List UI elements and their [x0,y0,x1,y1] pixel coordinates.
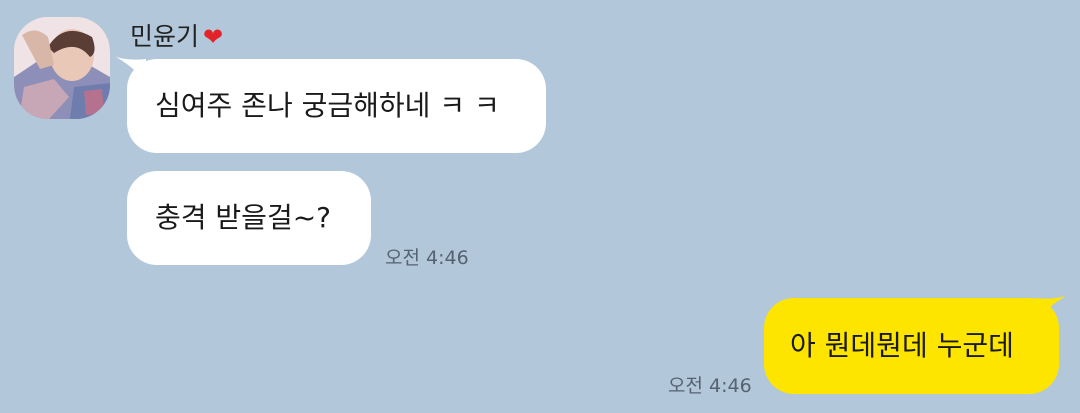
message-text: 아 뭔데뭔데 누군데 [790,329,1014,362]
profile-photo-icon [14,17,110,119]
incoming-message-bubble[interactable]: 충격 받을걸~? [127,171,371,265]
incoming-message-bubble[interactable]: 심여주 존나 궁금해하네 ㅋ ㅋ [127,59,546,153]
heart-icon: ❤ [203,23,224,51]
sender-name: 민윤기 ❤ [130,20,223,54]
message-timestamp: 오전 4:46 [668,375,752,397]
message-timestamp: 오전 4:46 [385,247,469,269]
message-text: 심여주 존나 궁금해하네 ㅋ ㅋ [155,89,500,122]
sender-avatar[interactable] [14,17,110,119]
outgoing-message-bubble[interactable]: 아 뭔데뭔데 누군데 [764,298,1059,394]
sender-name-text: 민윤기 [130,22,200,51]
message-text: 충격 받을걸~? [155,201,332,234]
